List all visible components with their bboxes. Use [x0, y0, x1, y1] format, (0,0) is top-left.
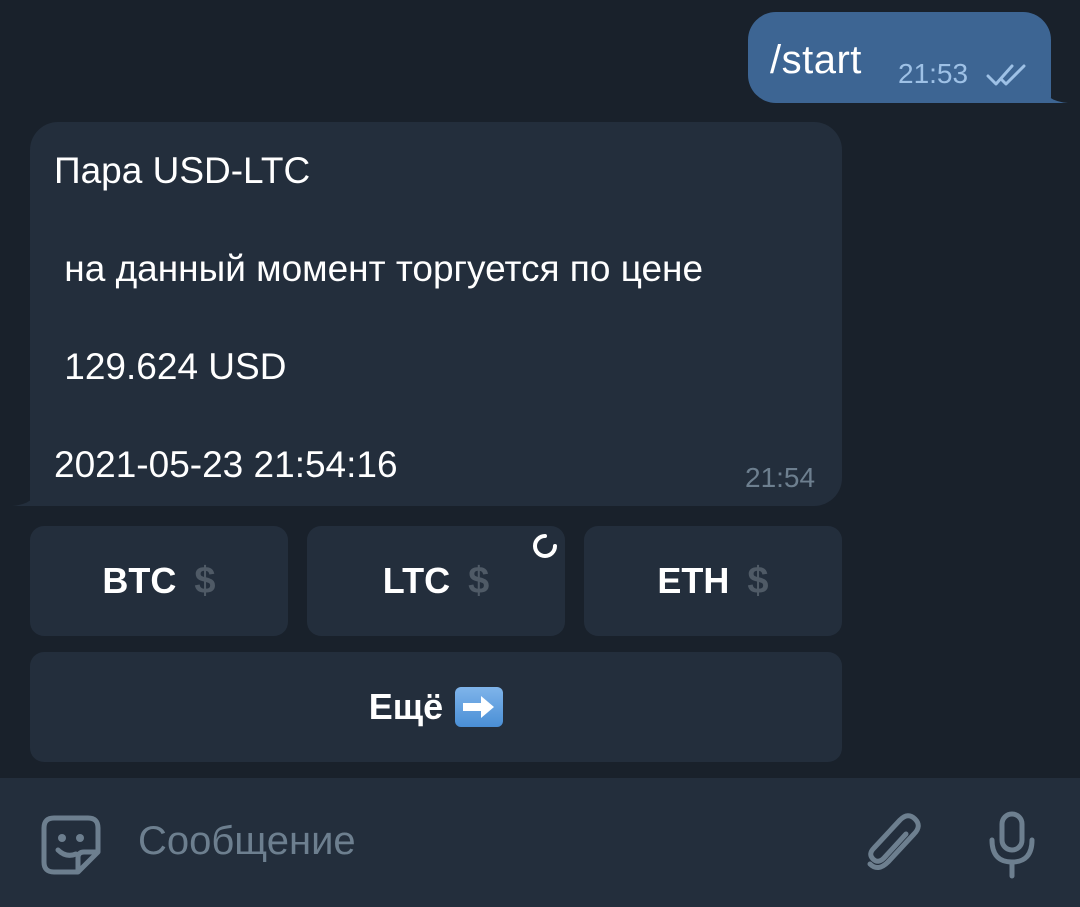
attach-paperclip-icon[interactable]: [862, 812, 922, 878]
outgoing-message-time: 21:53: [898, 58, 969, 89]
ltc-button-label: LTC: [382, 560, 451, 601]
incoming-line-timestamp: 2021-05-23 21:54:16: [54, 444, 398, 485]
chat-area: /start 21:53 Пара USD-LTC на данный моме…: [0, 0, 1080, 778]
microphone-icon[interactable]: [988, 810, 1036, 880]
incoming-line-status: на данный момент торгуется по цене: [54, 248, 704, 289]
loading-spinner-icon: [533, 534, 557, 558]
message-composer: [0, 778, 1080, 907]
incoming-line-pair: Пара USD-LTC: [54, 150, 311, 191]
dollar-icon: $: [747, 559, 769, 602]
outgoing-bubble-tail: [1040, 83, 1068, 103]
btc-button-label: BTC: [102, 560, 177, 601]
right-arrow-icon: [455, 687, 504, 727]
ltc-button[interactable]: LTC $: [307, 526, 565, 636]
more-button[interactable]: Ещё: [30, 652, 842, 762]
dollar-icon: $: [468, 559, 490, 602]
dollar-icon: $: [194, 559, 216, 602]
btc-button[interactable]: BTC $: [30, 526, 288, 636]
eth-button-label: ETH: [657, 560, 730, 601]
incoming-line-price: 129.624 USD: [54, 346, 287, 387]
incoming-message-time: 21:54: [745, 462, 816, 493]
eth-button[interactable]: ETH $: [584, 526, 842, 636]
sticker-emoji-icon[interactable]: [40, 814, 102, 876]
message-input[interactable]: [138, 819, 818, 864]
outgoing-message-text: /start: [770, 38, 862, 82]
more-button-label: Ещё: [368, 686, 444, 727]
double-check-icon: [986, 64, 1026, 86]
incoming-bubble-tail: [12, 486, 40, 506]
